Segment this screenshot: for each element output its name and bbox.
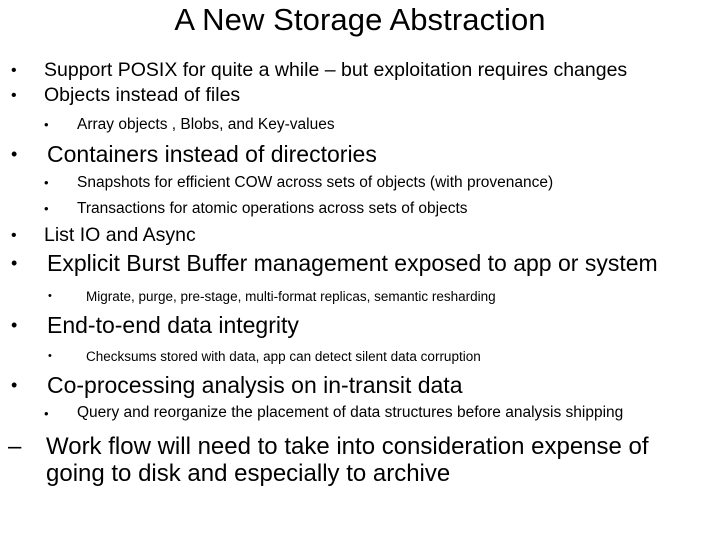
- bullet-marker-icon: •: [11, 375, 18, 395]
- bullet-text: Objects instead of files: [44, 84, 241, 106]
- bullet-text: Query and reorganize the placement of da…: [77, 404, 624, 421]
- sub-bullet-item: • Transactions for atomic operations acr…: [44, 197, 720, 220]
- bullet-text: Snapshots for efficient COW across sets …: [77, 174, 554, 191]
- bullet-marker-icon: •: [11, 62, 17, 79]
- sub-bullet-item: • Checksums stored with data, app can de…: [48, 346, 720, 367]
- bullet-text: Migrate, purge, pre-stage, multi-format …: [86, 289, 496, 304]
- bullet-marker-icon: •: [48, 350, 52, 362]
- sub-bullet-item: • Query and reorganize the placement of …: [44, 402, 720, 423]
- bullet-marker-icon: •: [11, 144, 18, 164]
- bullet-text: Support POSIX for quite a while – but ex…: [44, 59, 628, 81]
- bullet-marker-icon: •: [11, 227, 17, 244]
- sub-bullet-item: • Array objects , Blobs, and Key-values: [44, 113, 720, 136]
- bullet-marker-icon: •: [44, 201, 49, 216]
- bullet-text: Transactions for atomic operations acros…: [77, 200, 468, 217]
- bullet-text: End-to-end data integrity: [47, 312, 299, 338]
- bullet-marker-icon: •: [44, 406, 49, 421]
- slide-body: • Support POSIX for quite a while – but …: [0, 58, 720, 487]
- sub-bullet-item: • Migrate, purge, pre-stage, multi-forma…: [48, 286, 720, 307]
- bullet-text: Co-processing analysis on in-transit dat…: [47, 372, 463, 398]
- bullet-text: Explicit Burst Buffer management exposed…: [47, 250, 658, 276]
- bullet-marker-icon: •: [11, 315, 18, 335]
- slide-canvas: A New Storage Abstraction • Support POSI…: [0, 0, 720, 540]
- page-title: A New Storage Abstraction: [174, 2, 546, 37]
- bullet-item: • Objects instead of files: [11, 83, 720, 108]
- bullet-marker-icon: •: [48, 290, 52, 302]
- dash-marker-icon: –: [8, 433, 22, 460]
- bullet-marker-icon: •: [44, 117, 49, 132]
- bullet-text: Checksums stored with data, app can dete…: [86, 349, 481, 364]
- bullet-marker-icon: •: [44, 175, 49, 190]
- bullet-item: • End-to-end data integrity: [11, 310, 720, 340]
- bullet-marker-icon: •: [11, 253, 18, 273]
- sub-bullet-item: • Snapshots for efficient COW across set…: [44, 171, 720, 194]
- bullet-text: Array objects , Blobs, and Key-values: [77, 116, 335, 133]
- bullet-item: • Explicit Burst Buffer management expos…: [11, 248, 720, 278]
- dash-bullet-item: – Work flow will need to take into consi…: [8, 433, 720, 487]
- bullet-text: Work flow will need to take into conside…: [46, 433, 649, 487]
- bullet-marker-icon: •: [11, 87, 17, 104]
- bullet-text: List IO and Async: [44, 224, 196, 246]
- bullet-item: • Co-processing analysis on in-transit d…: [11, 370, 720, 400]
- bullet-item: • Containers instead of directories: [11, 139, 720, 169]
- bullet-item: • Support POSIX for quite a while – but …: [11, 58, 720, 83]
- bullet-text: Containers instead of directories: [47, 141, 377, 167]
- bullet-item: • List IO and Async: [11, 223, 720, 248]
